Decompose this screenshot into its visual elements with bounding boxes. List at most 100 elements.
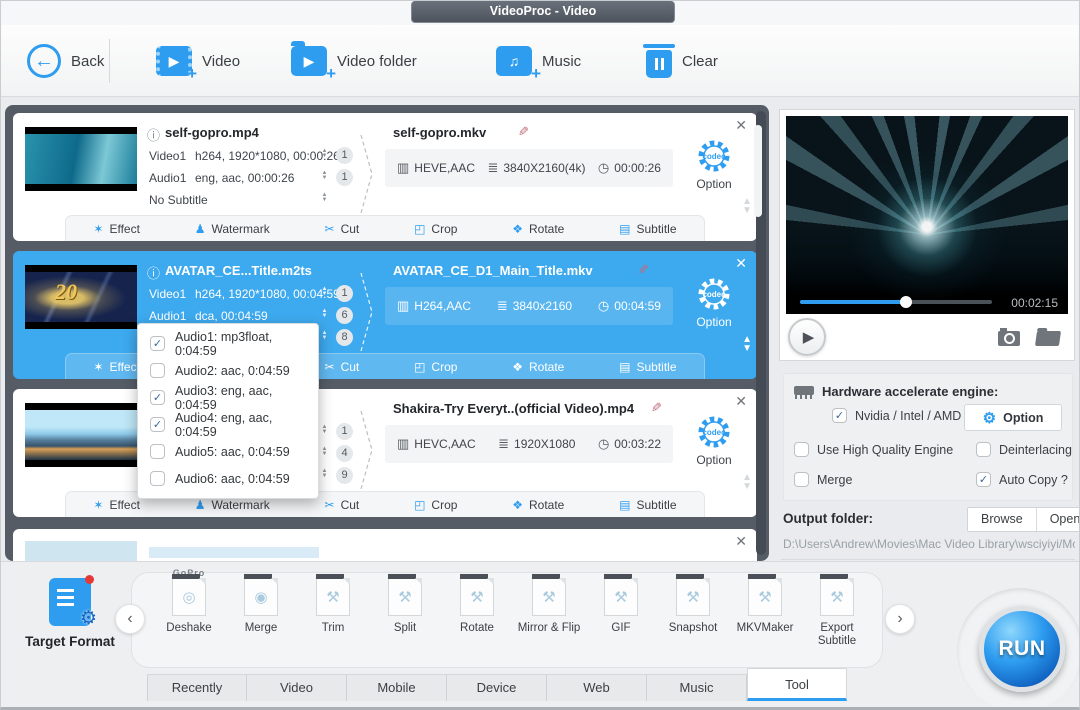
audio-track-option[interactable]: Audio5: aac, 0:04:59 [138,438,318,465]
seek-handle[interactable] [900,296,912,308]
add-video-button[interactable]: ▶ Video [156,39,240,83]
scroll-tools-left-button[interactable]: ‹ [115,604,145,634]
codec-option-button[interactable]: codec Option [685,275,743,329]
add-video-folder-button[interactable]: ▶ Video folder [291,39,417,83]
watermark-button[interactable]: ♟Watermark [195,222,270,236]
rotate-button[interactable]: ❖Rotate [512,498,564,512]
audio-track-stepper[interactable] [320,309,329,319]
reorder-arrows[interactable] [742,335,752,353]
audio-track-option[interactable]: Audio2: aac, 0:04:59 [138,357,318,384]
video-row-3[interactable]: ⓘ 1 4 9 Shakira-Try Everyt..(official Vi… [13,389,757,517]
tab-mobile[interactable]: Mobile [347,675,447,701]
high-quality-checkbox-row[interactable]: Use High Quality Engine [794,442,953,457]
tool-snapshot[interactable]: ⚒ Snapshot [657,578,729,648]
video-row-4-partial[interactable]: ✕ [13,529,757,561]
checkbox[interactable] [976,442,991,457]
audio-track-stepper[interactable] [320,171,329,181]
add-music-button[interactable]: ♫ Music [496,39,581,83]
clear-button[interactable]: Clear [646,39,718,83]
subtitle-track-stepper[interactable] [320,331,329,341]
tool-merge[interactable]: ◉ Merge [225,578,297,648]
cut-button[interactable]: ✂Cut [325,360,360,374]
checkbox[interactable]: ✓ [150,417,165,432]
effect-button[interactable]: ✶Effect [93,360,140,374]
checkbox[interactable] [150,471,165,486]
edit-name-icon[interactable]: ✎ [518,124,529,140]
checkbox[interactable]: ✓ [976,472,991,487]
reorder-arrows[interactable] [742,473,752,491]
audio-track-option[interactable]: ✓Audio3: eng, aac, 0:04:59 [138,384,318,411]
tool-export-subtitle[interactable]: ⚒ Export Subtitle [801,578,873,648]
video-track-stepper[interactable] [320,425,329,435]
checkbox[interactable] [794,442,809,457]
tab-tool-active[interactable]: Tool [747,668,847,701]
close-icon[interactable]: ✕ [735,533,747,550]
codec-option-button[interactable]: codec Option [685,413,743,467]
checkbox[interactable]: ✓ [150,390,165,405]
subtitle-track-stepper[interactable] [320,469,329,479]
info-icon[interactable]: ⓘ [147,125,160,144]
crop-button[interactable]: ◰Crop [414,360,457,374]
crop-button[interactable]: ◰Crop [414,222,457,236]
run-button[interactable]: RUN [979,606,1065,692]
crop-button[interactable]: ◰Crop [414,498,457,512]
back-button[interactable]: ← Back [27,39,104,83]
hardware-option-button[interactable]: ⚙ Option [964,404,1062,431]
tab-web[interactable]: Web [547,675,647,701]
rotate-button[interactable]: ❖Rotate [512,222,564,236]
auto-copy-checkbox-row[interactable]: ✓ Auto Copy ? [976,472,1068,487]
tool-mkvmaker[interactable]: ⚒ MKVMaker [729,578,801,648]
video-track-stepper[interactable] [320,287,329,297]
tool-mirror-flip[interactable]: ⚒ Mirror & Flip [513,578,585,648]
codec-option-button[interactable]: codec Option [685,137,743,191]
play-button[interactable]: ▶ [788,318,826,356]
deinterlacing-checkbox-row[interactable]: Deinterlacing [976,442,1072,457]
subtitle-button[interactable]: ▤Subtitle [619,498,676,512]
subtitle-button[interactable]: ▤Subtitle [619,222,676,236]
edit-name-icon[interactable]: ✎ [638,262,649,278]
checkbox[interactable]: ✓ [150,336,165,351]
rotate-button[interactable]: ❖Rotate [512,360,564,374]
open-folder-icon[interactable] [1035,331,1061,346]
scroll-tools-right-button[interactable]: › [885,604,915,634]
effect-button[interactable]: ✶Effect [93,498,140,512]
tab-recently[interactable]: Recently [147,675,247,701]
checkbox[interactable] [794,472,809,487]
video-row-1[interactable]: ⓘ self-gopro.mp4 Video1h264, 1920*1080, … [13,113,757,241]
edit-name-icon[interactable]: ✎ [651,400,662,416]
checkbox[interactable] [150,444,165,459]
audio-track-option[interactable]: Audio6: aac, 0:04:59 [138,465,318,492]
video-track-stepper[interactable] [320,149,329,159]
close-icon[interactable]: ✕ [735,255,747,272]
tool-rotate[interactable]: ⚒ Rotate [441,578,513,648]
close-icon[interactable]: ✕ [735,117,747,134]
list-scrollbar-track[interactable] [756,111,766,555]
watermark-button[interactable]: ♟Watermark [195,498,270,512]
tool-deshake[interactable]: GoPro ◎ Deshake [153,578,225,648]
snapshot-camera-icon[interactable] [998,331,1020,346]
browse-button[interactable]: Browse [968,508,1036,531]
audio-track-option[interactable]: ✓Audio1: mp3float, 0:04:59 [138,330,318,357]
audio-track-option[interactable]: ✓Audio4: eng, aac, 0:04:59 [138,411,318,438]
seek-bar[interactable] [800,300,992,304]
checkbox[interactable] [150,363,165,378]
subtitle-track-stepper[interactable] [320,193,329,203]
target-format-block[interactable]: ⚙ Target Format [17,578,123,649]
open-button[interactable]: Open [1036,508,1080,531]
info-icon[interactable]: ⓘ [147,263,160,282]
tab-video[interactable]: Video [247,675,347,701]
effect-button[interactable]: ✶Effect [93,222,140,236]
audio-track-stepper[interactable] [320,447,329,457]
tool-split[interactable]: ⚒ Split [369,578,441,648]
gpu-checkbox-row[interactable]: ✓ Nvidia / Intel / AMD [832,408,961,423]
tool-trim[interactable]: ⚒ Trim [297,578,369,648]
checkbox[interactable]: ✓ [832,408,847,423]
video-row-2-selected[interactable]: 20 ⓘ AVATAR_CE...Title.m2ts Video1h264, … [13,251,757,379]
close-icon[interactable]: ✕ [735,393,747,410]
tab-music[interactable]: Music [647,675,747,701]
merge-checkbox-row[interactable]: Merge [794,472,852,487]
list-scrollbar-thumb[interactable] [754,125,762,217]
reorder-arrows[interactable] [742,197,752,215]
preview-video[interactable]: 00:02:15 [786,116,1068,314]
tool-gif[interactable]: ⚒ GIF [585,578,657,648]
